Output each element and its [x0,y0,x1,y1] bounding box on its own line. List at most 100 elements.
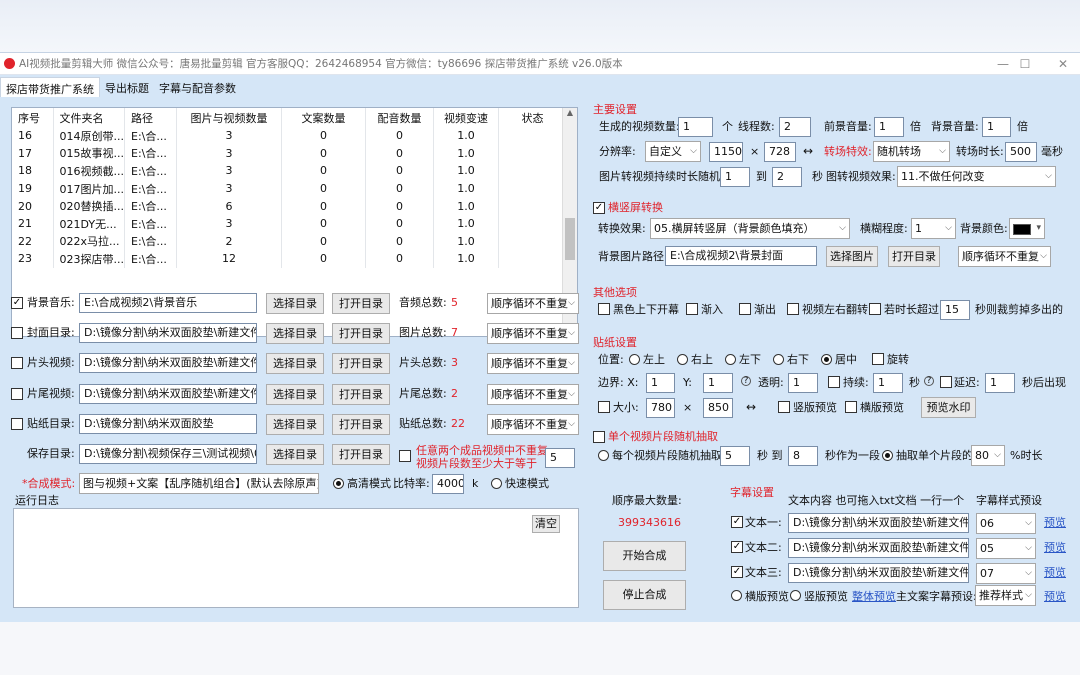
open-dir-button[interactable]: 打开目录 [332,414,390,435]
margin-y-field[interactable]: 1 [703,373,733,393]
transition-select[interactable]: 随机转场 ⌵ [873,141,950,162]
bitrate-field[interactable]: 4000 [432,474,464,494]
margin-x-field[interactable]: 1 [646,373,675,393]
table-row[interactable]: 19 017图片加... E:\合... 3 0 0 1.0 [12,179,567,198]
sticker-height-field[interactable]: 850 [703,398,733,418]
black-open-checkbox[interactable] [598,303,610,315]
clear-log-button[interactable]: 清空 [532,515,560,533]
select-dir-button[interactable]: 选择目录 [266,414,324,435]
subtitle-preview-link[interactable]: 预览 [1044,541,1066,555]
flip-checkbox[interactable] [787,303,799,315]
fast-mode-radio[interactable] [491,478,502,489]
whole-preview-link[interactable]: 整体预览 [852,590,896,604]
bg-image-path-field[interactable]: E:\合成视频2\背景封面 [665,246,817,266]
width-field[interactable]: 1150 [709,142,743,162]
dir-checkbox[interactable]: ✓ [11,297,23,309]
subtitle-style-select[interactable]: 06 ⌵ [976,513,1036,534]
portrait-convert-checkbox[interactable]: ✓ [593,202,605,214]
minimize-button[interactable]: — [992,55,1014,73]
landscape-preview-radio[interactable] [731,590,742,601]
swap-icon[interactable]: ↔ [746,400,756,414]
clip-max-field[interactable]: 8 [788,446,818,466]
hq-mode-radio[interactable] [333,478,344,489]
size-checkbox[interactable] [598,401,610,413]
help-icon[interactable]: ? [741,376,751,386]
tab-export-title[interactable]: 导出标题 [100,77,154,97]
img-effect-select[interactable]: 11.不做任何改变 ⌵ [897,166,1056,187]
preview-watermark-button[interactable]: 预览水印 [921,397,976,418]
maximize-button[interactable]: ☐ [1014,55,1036,73]
dir-path-field[interactable]: D:\镜像分割\纳米双面胶垫\新建文件夹 [79,384,257,404]
portrait-preview-radio[interactable] [790,590,801,601]
landscape-preview-checkbox[interactable] [845,401,857,413]
convert-effect-select[interactable]: 05.横屏转竖屏（背景颜色填充） ⌵ [650,218,850,239]
select-image-button[interactable]: 选择图片 [826,246,878,267]
save-dir-field[interactable]: D:\镜像分割\视频保存三\测试视频\040 [79,444,257,464]
portrait-preview-checkbox[interactable] [778,401,790,413]
pos-center-radio[interactable] [821,354,832,365]
help-icon[interactable]: ? [924,376,934,386]
clip-extract-checkbox[interactable] [593,431,605,443]
blur-select[interactable]: 1 ⌵ [911,218,956,239]
order-mode-select[interactable]: 顺序循环不重复 ⌵ [487,384,579,405]
resolution-select[interactable]: 自定义 ⌵ [645,141,701,162]
min-segments-field[interactable]: 5 [545,448,575,468]
trim-seconds-field[interactable]: 15 [940,300,970,320]
select-dir-button[interactable]: 选择目录 [266,384,324,405]
height-field[interactable]: 728 [764,142,796,162]
rotate-checkbox[interactable] [872,353,884,365]
transition-duration-field[interactable]: 500 [1005,142,1037,162]
main-style-preview-link[interactable]: 预览 [1044,590,1066,604]
bg-image-order-select[interactable]: 顺序循环不重复 ⌵ [958,246,1051,267]
select-dir-button[interactable]: 选择目录 [266,323,324,344]
table-header-1[interactable]: 文件夹名 [53,108,125,127]
order-mode-select[interactable]: 顺序循环不重复 ⌵ [487,293,579,314]
table-header-6[interactable]: 视频变速 [433,108,499,127]
clip-min-field[interactable]: 5 [720,446,750,466]
dir-path-field[interactable]: D:\镜像分割\纳米双面胶垫\新建文件夹 [79,353,257,373]
table-row[interactable]: 21 021DY无... E:\合... 3 0 0 1.0 [12,214,567,233]
open-dir-button[interactable]: 打开目录 [332,353,390,374]
select-dir-button[interactable]: 选择目录 [266,353,324,374]
subtitle-text-path-field[interactable]: D:\镜像分割\纳米双面胶垫\新建文件夹 [788,538,969,558]
close-button[interactable]: ✕ [1052,55,1074,73]
dir-checkbox[interactable] [11,327,23,339]
open-dir-button[interactable]: 打开目录 [332,323,390,344]
tab-subtitle-voice[interactable]: 字幕与配音参数 [154,77,241,97]
clip-random-radio[interactable] [598,450,609,461]
delay-field[interactable]: 1 [985,373,1015,393]
table-header-2[interactable]: 路径 [124,108,177,127]
order-mode-select[interactable]: 顺序循环不重复 ⌵ [487,323,579,344]
dir-path-field[interactable]: E:\合成视频2\背景音乐 [79,293,257,313]
table-header-3[interactable]: 图片与视频数量 [176,108,282,127]
subtitle-preview-link[interactable]: 预览 [1044,516,1066,530]
delay-checkbox[interactable] [940,376,952,388]
dir-checkbox[interactable] [11,388,23,400]
stop-compose-button[interactable]: 停止合成 [603,580,686,610]
table-row[interactable]: 17 015故事视... E:\合... 3 0 0 1.0 [12,144,567,163]
run-log-area[interactable]: 清空 [13,508,579,608]
open-dir-button[interactable]: 打开目录 [332,293,390,314]
subtitle-text-checkbox[interactable]: ✓ [731,516,743,528]
table-row[interactable]: 20 020替换插... E:\合... 6 0 0 1.0 [12,197,567,215]
pos-top-left-radio[interactable] [629,354,640,365]
save-open-dir-button[interactable]: 打开目录 [332,444,390,465]
main-style-select[interactable]: 推荐样式 ⌵ [975,585,1036,606]
pos-bottom-left-radio[interactable] [725,354,736,365]
fade-in-checkbox[interactable] [686,303,698,315]
dir-path-field[interactable]: D:\镜像分割\纳米双面胶垫\新建文件夹 [79,323,257,343]
pos-top-right-radio[interactable] [677,354,688,365]
start-compose-button[interactable]: 开始合成 [603,541,686,571]
subtitle-style-select[interactable]: 07 ⌵ [976,563,1036,584]
dir-checkbox[interactable] [11,357,23,369]
save-select-dir-button[interactable]: 选择目录 [266,444,324,465]
table-row[interactable]: 16 014原创带... E:\合... 3 0 0 1.0 [12,127,567,145]
alpha-field[interactable]: 1 [788,373,818,393]
compose-mode-select[interactable]: 图与视频+文案【乱序随机组合】(默认去除原声) ⌵ [79,473,319,494]
dir-checkbox[interactable] [11,418,23,430]
bg-volume-field[interactable]: 1 [982,117,1011,137]
table-header-5[interactable]: 配音数量 [365,108,434,127]
order-mode-select[interactable]: 顺序循环不重复 ⌵ [487,414,579,435]
pos-bottom-right-radio[interactable] [773,354,784,365]
img-duration-max-field[interactable]: 2 [772,167,802,187]
